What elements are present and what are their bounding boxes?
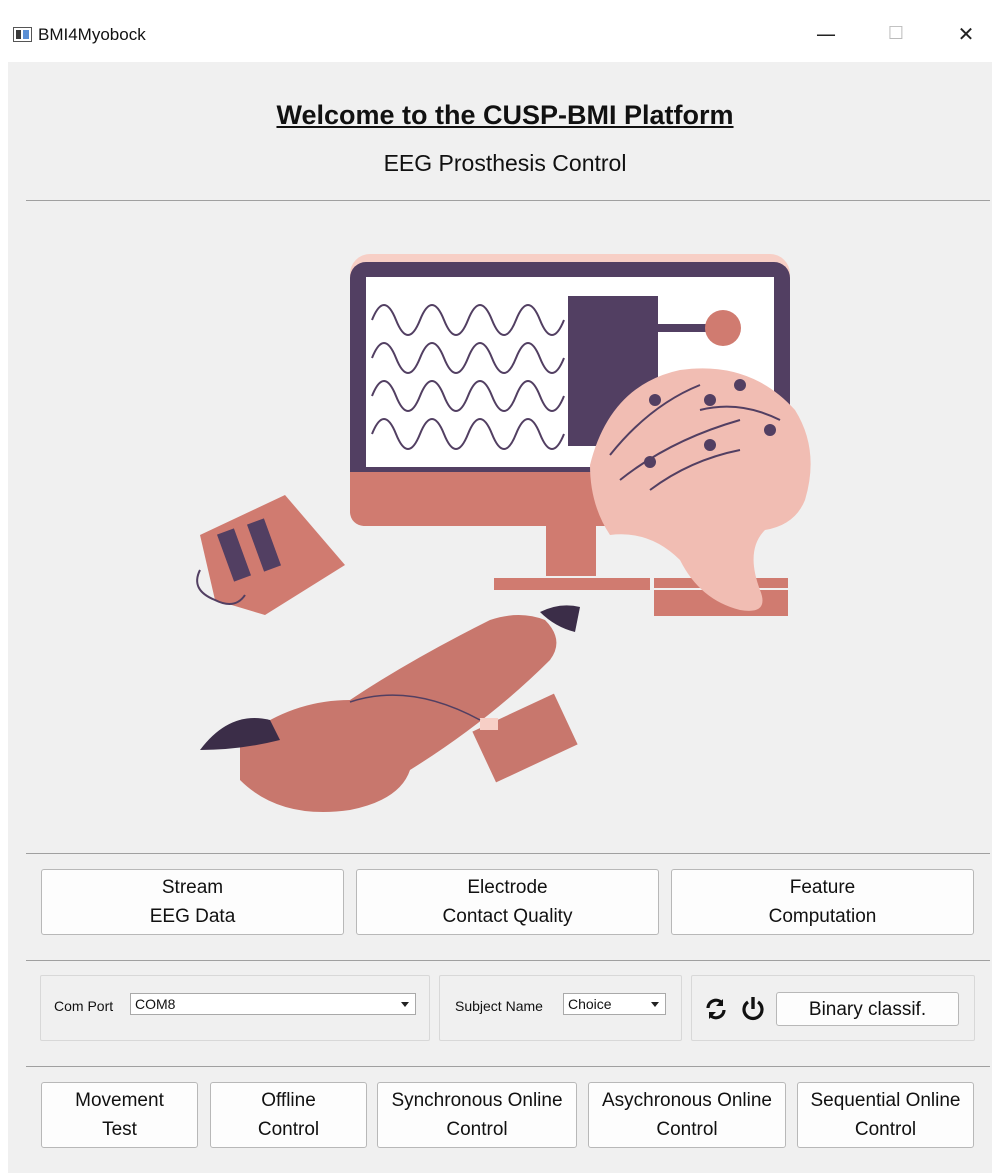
button-label-line2: EEG Data	[149, 906, 236, 927]
button-label-line1: Feature	[789, 877, 856, 898]
button-label-line1: Movement	[75, 1090, 164, 1111]
divider	[26, 960, 990, 961]
divider	[26, 1066, 990, 1067]
com-port-value: COM8	[135, 996, 176, 1012]
button-label-line1: Asychronous Online	[601, 1090, 773, 1111]
button-label-line1: Offline	[261, 1090, 316, 1111]
subject-name-value: Choice	[568, 996, 612, 1012]
app-icon	[13, 27, 32, 42]
button-label-line2: Computation	[768, 906, 877, 927]
title-bar: BMI4Myobock — ☐ ✕	[0, 0, 992, 62]
button-label-line2: Contact Quality	[442, 906, 573, 927]
button-label-line1: Stream	[161, 877, 224, 898]
divider	[26, 200, 990, 201]
asychronous-online-control-button[interactable]: Asychronous Online Control	[588, 1082, 786, 1148]
button-label-line1: Electrode	[467, 877, 548, 898]
button-label-line2: Control	[854, 1119, 917, 1140]
button-label-line1: Synchronous Online	[391, 1090, 563, 1111]
movement-test-button[interactable]: Movement Test	[41, 1082, 198, 1148]
subject-name-select[interactable]: Choice	[563, 993, 666, 1015]
divider	[26, 853, 990, 854]
button-label-line2: Control	[257, 1119, 320, 1140]
welcome-heading: Welcome to the CUSP-BMI Platform	[276, 100, 734, 130]
minimize-button[interactable]: —	[806, 20, 846, 48]
subject-name-label: Subject Name	[455, 998, 543, 1014]
chevron-down-icon	[401, 1002, 409, 1007]
offline-control-button[interactable]: Offline Control	[210, 1082, 367, 1148]
button-label-line2: Control	[656, 1119, 718, 1140]
com-port-label: Com Port	[54, 998, 114, 1014]
com-port-select[interactable]: COM8	[130, 993, 416, 1015]
binary-classif-button[interactable]: Binary classif.	[776, 992, 959, 1026]
synchronous-online-control-button[interactable]: Synchronous Online Control	[377, 1082, 577, 1148]
button-label-line2: Control	[446, 1119, 508, 1140]
stream-eeg-data-button[interactable]: Stream EEG Data	[41, 869, 344, 935]
feature-computation-button[interactable]: Feature Computation	[671, 869, 974, 935]
bmi-illustration	[196, 254, 811, 812]
chevron-down-icon	[651, 1002, 659, 1007]
button-label-line2: Test	[102, 1119, 137, 1140]
electrode-contact-quality-button[interactable]: Electrode Contact Quality	[356, 869, 659, 935]
close-button[interactable]: ✕	[946, 20, 986, 48]
binary-classif-label: Binary classif.	[808, 998, 927, 1020]
refresh-icon[interactable]	[703, 996, 729, 1022]
subtitle: EEG Prosthesis Control	[383, 150, 627, 176]
button-label-line1: Sequential Online	[810, 1090, 961, 1111]
power-icon[interactable]	[740, 995, 766, 1021]
sequential-online-control-button[interactable]: Sequential Online Control	[797, 1082, 974, 1148]
maximize-button[interactable]: ☐	[876, 20, 916, 48]
window-title: BMI4Myobock	[38, 25, 146, 44]
